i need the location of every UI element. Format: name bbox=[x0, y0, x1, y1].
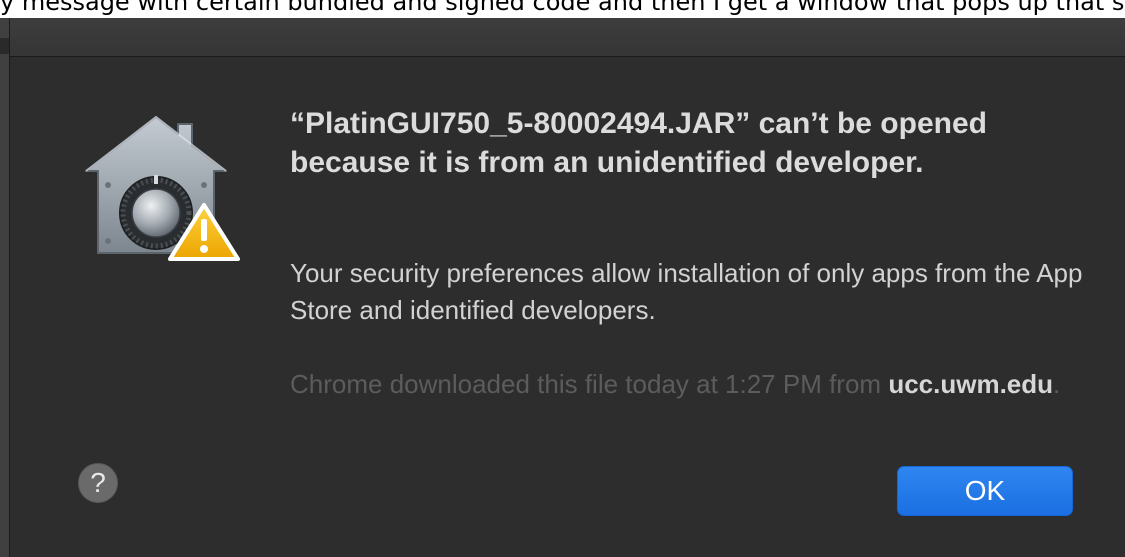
source-suffix: . bbox=[1053, 369, 1061, 399]
gatekeeper-security-icon bbox=[85, 115, 240, 261]
dialog-informative-text: Your security preferences allow installa… bbox=[290, 258, 1083, 325]
source-prefix: Chrome downloaded this file today at 1:2… bbox=[290, 369, 882, 399]
background-window-edge bbox=[0, 18, 10, 557]
ok-button[interactable]: OK bbox=[897, 466, 1073, 516]
tutorial-caption: y message with certain bundled and signe… bbox=[0, 0, 1125, 18]
caption-text: y message with certain bundled and signe… bbox=[0, 0, 1125, 16]
source-domain: ucc.uwm.edu bbox=[888, 369, 1054, 399]
dialog-title: “PlatinGUI750_5-80002494.JAR” can’t be o… bbox=[290, 107, 987, 179]
window-seam bbox=[0, 38, 9, 54]
window-titlebar[interactable] bbox=[0, 18, 1125, 57]
download-source-text: Chrome downloaded this file today at 1:2… bbox=[290, 366, 1090, 403]
help-button[interactable]: ? bbox=[78, 463, 118, 503]
